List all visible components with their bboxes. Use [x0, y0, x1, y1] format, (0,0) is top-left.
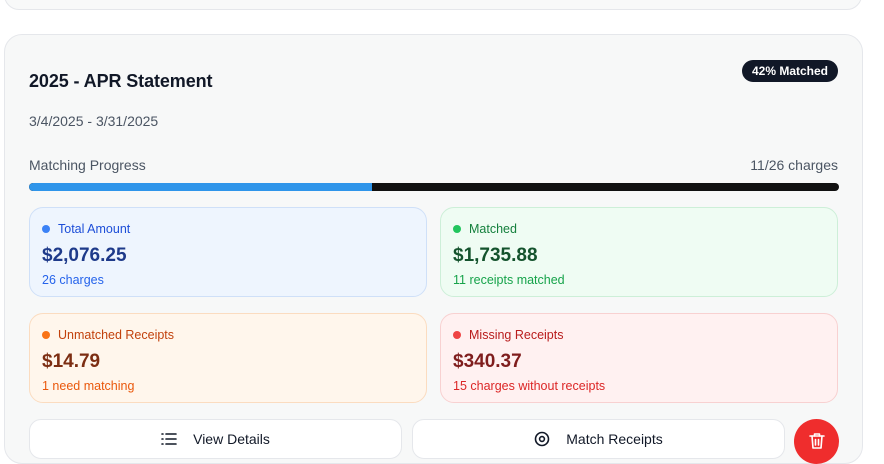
- stat-label: Total Amount: [58, 222, 131, 236]
- view-details-label: View Details: [193, 431, 270, 447]
- eye-icon: [534, 431, 550, 447]
- statement-card: 2025 - APR Statement 42% Matched 3/4/202…: [4, 34, 863, 464]
- matching-progress-label: Matching Progress: [29, 157, 146, 173]
- orange-dot-icon: [42, 331, 50, 339]
- match-percentage-badge: 42% Matched: [741, 60, 838, 82]
- stat-subtext: 1 need matching: [42, 379, 135, 393]
- blue-dot-icon: [42, 225, 50, 233]
- match-receipts-label: Match Receipts: [566, 431, 663, 447]
- matching-progress-bar: [29, 183, 839, 191]
- matching-progress-count: 11/26 charges: [750, 157, 838, 173]
- view-details-button[interactable]: View Details: [29, 419, 402, 459]
- stat-label: Unmatched Receipts: [58, 328, 175, 342]
- stat-card-missing-receipts: Missing Receipts $340.37 15 charges with…: [440, 313, 838, 403]
- stat-amount: $340.37: [453, 351, 522, 372]
- statement-date-range: 3/4/2025 - 3/31/2025: [29, 113, 159, 129]
- previous-statement-card: [4, 0, 862, 10]
- stat-subtext: 11 receipts matched: [453, 273, 565, 287]
- stat-card-unmatched-receipts: Unmatched Receipts $14.79 1 need matchin…: [29, 313, 427, 403]
- list-icon: [161, 432, 177, 446]
- green-dot-icon: [453, 225, 461, 233]
- stat-card-total-amount: Total Amount $2,076.25 26 charges: [29, 207, 427, 297]
- statement-title: 2025 - APR Statement: [29, 71, 213, 91]
- stat-label: Missing Receipts: [469, 328, 564, 342]
- red-dot-icon: [453, 331, 461, 339]
- stat-subtext: 15 charges without receipts: [453, 379, 606, 393]
- stat-amount: $1,735.88: [453, 245, 538, 266]
- stat-card-matched: Matched $1,735.88 11 receipts matched: [440, 207, 838, 297]
- matching-progress-fill: [29, 183, 372, 191]
- stat-amount: $2,076.25: [42, 245, 127, 266]
- stat-label: Matched: [469, 222, 517, 236]
- match-receipts-button[interactable]: Match Receipts: [412, 419, 785, 459]
- stat-subtext: 26 charges: [42, 273, 104, 287]
- stat-amount: $14.79: [42, 351, 101, 372]
- trash-icon: [808, 432, 825, 455]
